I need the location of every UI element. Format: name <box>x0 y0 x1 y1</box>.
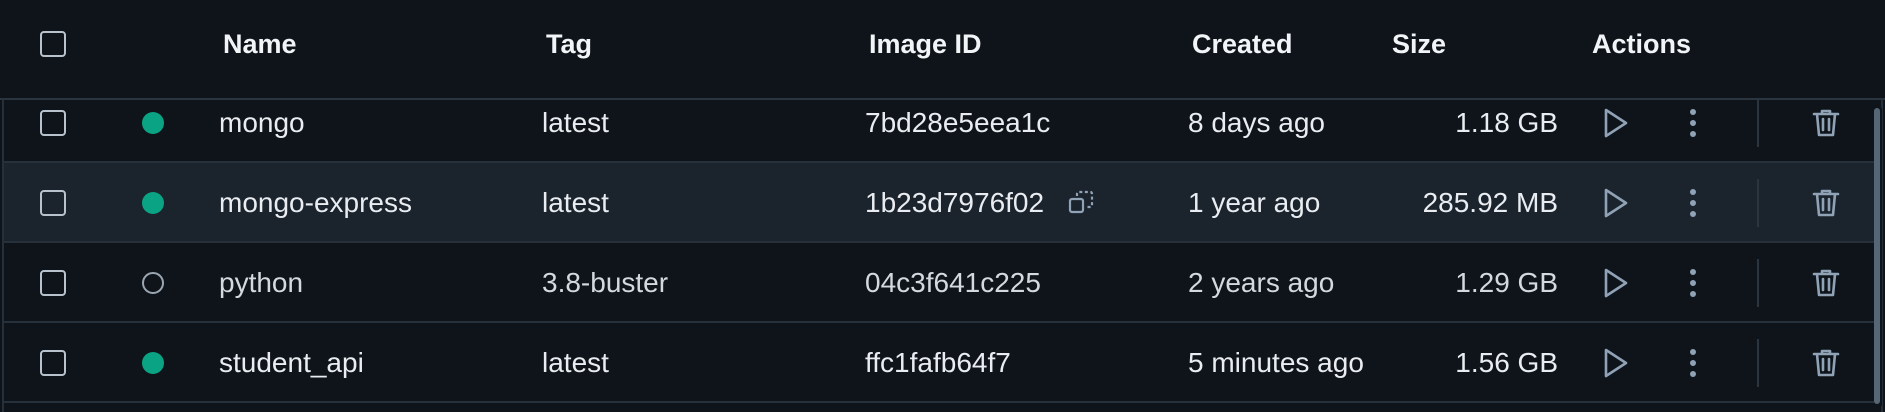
row-select-cell <box>40 323 66 403</box>
images-table: Name Tag Image ID Created Size Actions m… <box>0 0 1885 412</box>
row-checkbox[interactable] <box>40 110 66 136</box>
image-id: 04c3f641c225 <box>865 267 1041 298</box>
kebab-menu-icon <box>1690 349 1696 377</box>
vertical-scrollbar[interactable] <box>1874 108 1882 406</box>
row-checkbox[interactable] <box>40 190 66 216</box>
table-row[interactable]: mongo latest 7bd28e5eea1c 8 days ago 1.1… <box>4 83 1879 163</box>
row-select-cell <box>40 243 66 323</box>
header-created[interactable]: Created <box>1192 0 1293 88</box>
trash-icon <box>1812 349 1840 377</box>
trash-icon <box>1812 109 1840 137</box>
image-size: 285.92 MB <box>1422 187 1558 218</box>
image-size: 1.56 GB <box>1455 347 1558 378</box>
image-tag: latest <box>542 187 609 218</box>
more-actions-button[interactable] <box>1673 343 1713 383</box>
delete-button[interactable] <box>1806 343 1846 383</box>
image-created: 2 years ago <box>1188 267 1335 298</box>
image-name[interactable]: mongo <box>219 83 305 163</box>
trash-icon <box>1812 189 1840 217</box>
more-actions-button[interactable] <box>1673 183 1713 223</box>
delete-button[interactable] <box>1806 183 1846 223</box>
kebab-menu-icon <box>1690 269 1696 297</box>
image-size: 1.29 GB <box>1455 267 1558 298</box>
row-checkbox[interactable] <box>40 350 66 376</box>
kebab-menu-icon <box>1690 189 1696 217</box>
trash-icon <box>1812 269 1840 297</box>
image-created: 1 year ago <box>1188 187 1321 218</box>
header-size[interactable]: Size <box>1392 0 1446 88</box>
row-select-cell <box>40 83 66 163</box>
image-name[interactable]: python <box>219 243 303 323</box>
image-id: 1b23d7976f02 <box>865 187 1045 218</box>
play-icon <box>1604 108 1628 138</box>
status-unused-icon <box>142 272 164 294</box>
image-id-cell: 1b23d7976f02 <box>865 163 1094 243</box>
header-tag[interactable]: Tag <box>546 0 592 88</box>
image-tag: latest <box>542 107 609 138</box>
actions-divider <box>1757 179 1759 227</box>
run-button[interactable] <box>1596 263 1636 303</box>
image-id: ffc1fafb64f7 <box>865 347 1011 378</box>
image-id: 7bd28e5eea1c <box>865 107 1051 138</box>
play-icon <box>1604 188 1628 218</box>
copy-icon <box>1068 190 1094 214</box>
actions-divider <box>1757 339 1759 387</box>
image-created: 5 minutes ago <box>1188 347 1364 378</box>
status-cell <box>142 323 164 403</box>
run-button[interactable] <box>1596 103 1636 143</box>
play-icon <box>1604 348 1628 378</box>
table-row[interactable]: python 3.8-buster 04c3f641c225 2 years a… <box>4 243 1879 323</box>
status-cell <box>142 243 164 323</box>
image-size: 1.18 GB <box>1455 107 1558 138</box>
copy-id-button[interactable] <box>1068 190 1094 216</box>
image-tag: 3.8-buster <box>542 267 669 298</box>
delete-button[interactable] <box>1806 263 1846 303</box>
actions-divider <box>1757 99 1759 147</box>
row-checkbox[interactable] <box>40 270 66 296</box>
header-name[interactable]: Name <box>223 0 297 88</box>
more-actions-button[interactable] <box>1673 103 1713 143</box>
status-in-use-icon <box>142 352 164 374</box>
row-select-cell <box>40 163 66 243</box>
actions-divider <box>1757 259 1759 307</box>
select-all-checkbox[interactable] <box>40 31 66 57</box>
header-image-id[interactable]: Image ID <box>869 0 982 88</box>
status-in-use-icon <box>142 112 164 134</box>
image-created: 8 days ago <box>1188 107 1325 138</box>
status-cell <box>142 163 164 243</box>
delete-button[interactable] <box>1806 103 1846 143</box>
image-tag: latest <box>542 347 609 378</box>
table-row[interactable]: student_api latest ffc1fafb64f7 5 minute… <box>4 323 1879 403</box>
run-button[interactable] <box>1596 183 1636 223</box>
play-icon <box>1604 268 1628 298</box>
more-actions-button[interactable] <box>1673 263 1713 303</box>
header-actions: Actions <box>1592 28 1692 59</box>
kebab-menu-icon <box>1690 109 1696 137</box>
status-in-use-icon <box>142 192 164 214</box>
select-all-cell <box>40 0 66 88</box>
table-row[interactable]: mongo-express latest 1b23d7976f02 1 year… <box>4 163 1879 243</box>
image-name[interactable]: student_api <box>219 323 364 403</box>
image-name[interactable]: mongo-express <box>219 163 412 243</box>
run-button[interactable] <box>1596 343 1636 383</box>
scrollbar-thumb[interactable] <box>1874 108 1880 404</box>
status-cell <box>142 83 164 163</box>
